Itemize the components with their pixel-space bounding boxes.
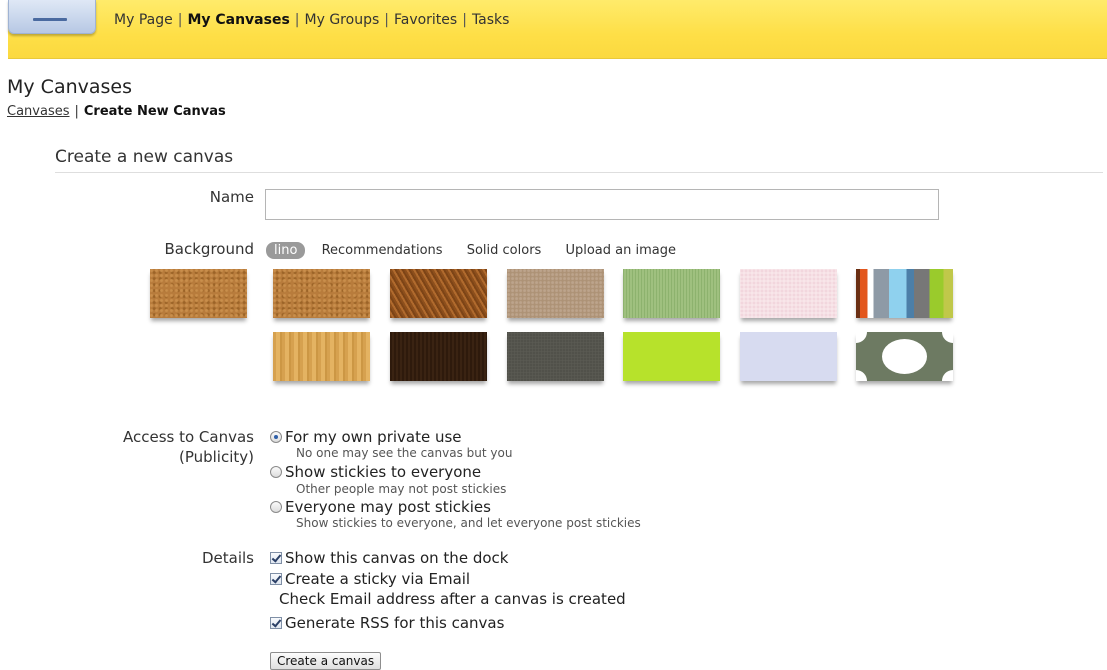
section-divider	[55, 172, 1103, 173]
swatch-green-linen[interactable]	[623, 269, 720, 318]
details-email[interactable]: Create a sticky via Email	[270, 570, 470, 588]
checkbox-dock[interactable]	[270, 552, 282, 564]
publicity-label: (Publicity)	[178, 448, 254, 466]
nav-my-page[interactable]: My Page	[114, 12, 173, 28]
details-email-label: Create a sticky via Email	[285, 570, 471, 588]
swatch-dark-gray[interactable]	[507, 332, 604, 381]
nav-tasks[interactable]: Tasks	[472, 12, 510, 28]
circle-pattern-corner	[856, 370, 867, 381]
access-option-show-desc: Other people may not post stickies	[296, 482, 507, 496]
circle-pattern-corner	[856, 332, 867, 343]
page-title: My Canvases	[7, 76, 133, 98]
tab-solid-colors[interactable]: Solid colors	[467, 243, 542, 258]
top-navigation-bar: My Page | My Canvases | My Groups | Favorites |…	[8, 0, 1107, 59]
background-label: Background	[164, 240, 255, 258]
menu-tab-icon[interactable]	[8, 0, 96, 34]
breadcrumb-separator: |	[74, 104, 79, 119]
nav-separator: |	[384, 12, 389, 28]
nav-separator: |	[177, 12, 183, 28]
radio-private[interactable]	[270, 431, 282, 443]
details-rss[interactable]: Generate RSS for this canvas	[270, 614, 504, 632]
swatch-wood-diagonal[interactable]	[390, 269, 487, 318]
section-title: Create a new canvas	[55, 147, 234, 167]
access-option-private[interactable]: For my own private use	[270, 428, 462, 446]
swatch-lime[interactable]	[623, 332, 720, 381]
email-note: Check Email address after a canvas is cr…	[279, 590, 626, 608]
access-option-private-desc: No one may see the canvas but you	[296, 446, 513, 460]
checkbox-rss[interactable]	[270, 617, 282, 629]
main-nav: My Page | My Canvases | My Groups | Favorites |…	[114, 12, 509, 28]
breadcrumb-current: Create New Canvas	[83, 104, 226, 119]
access-option-everyone-label: Everyone may post stickies	[285, 498, 491, 516]
checkbox-email[interactable]	[270, 573, 282, 585]
nav-my-canvases[interactable]: My Canvases	[187, 12, 289, 28]
create-canvas-button[interactable]: Create a canvas	[270, 652, 382, 670]
tab-recommendations[interactable]: Recommendations	[322, 243, 443, 258]
access-option-everyone-desc: Show stickies to everyone, and let every…	[296, 516, 641, 530]
background-tabs: lino Recommendations Solid colors Upload…	[266, 242, 696, 259]
breadcrumb: Canvases | Create New Canvas	[7, 104, 226, 119]
nav-separator: |	[294, 12, 300, 28]
breadcrumb-canvases-link[interactable]: Canvases	[7, 104, 70, 119]
nav-separator: |	[462, 12, 467, 28]
swatch-circle-pattern[interactable]	[856, 332, 953, 381]
swatch-pink[interactable]	[740, 269, 837, 318]
circle-pattern-corner	[942, 332, 953, 343]
tab-upload-image[interactable]: Upload an image	[565, 243, 676, 258]
circle-pattern-hole	[882, 339, 927, 374]
details-dock-label: Show this canvas on the dock	[285, 549, 509, 567]
nav-my-groups[interactable]: My Groups	[305, 12, 380, 28]
swatch-light-wood[interactable]	[273, 332, 370, 381]
swatch-stripes[interactable]	[856, 269, 953, 318]
swatch-cork[interactable]	[273, 269, 370, 318]
swatch-dark-brown[interactable]	[390, 332, 487, 381]
nav-favorites[interactable]: Favorites	[394, 12, 457, 28]
radio-show-stickies[interactable]	[270, 466, 282, 478]
details-label: Details	[201, 549, 254, 567]
background-preview	[150, 269, 247, 318]
access-label: Access to Canvas	[122, 428, 254, 446]
access-option-show[interactable]: Show stickies to everyone	[270, 463, 481, 481]
name-input[interactable]	[265, 189, 939, 220]
circle-pattern-corner	[942, 370, 953, 381]
details-rss-label: Generate RSS for this canvas	[285, 614, 505, 632]
tab-lino[interactable]: lino	[266, 242, 306, 259]
access-option-private-label: For my own private use	[285, 428, 462, 446]
access-option-everyone[interactable]: Everyone may post stickies	[270, 498, 491, 516]
details-dock[interactable]: Show this canvas on the dock	[270, 549, 508, 567]
swatch-tan[interactable]	[507, 269, 604, 318]
menu-bar-icon	[33, 18, 67, 21]
swatch-lavender[interactable]	[740, 332, 837, 381]
name-label: Name	[209, 188, 254, 206]
radio-everyone-post[interactable]	[270, 501, 282, 513]
access-option-show-label: Show stickies to everyone	[285, 463, 482, 481]
